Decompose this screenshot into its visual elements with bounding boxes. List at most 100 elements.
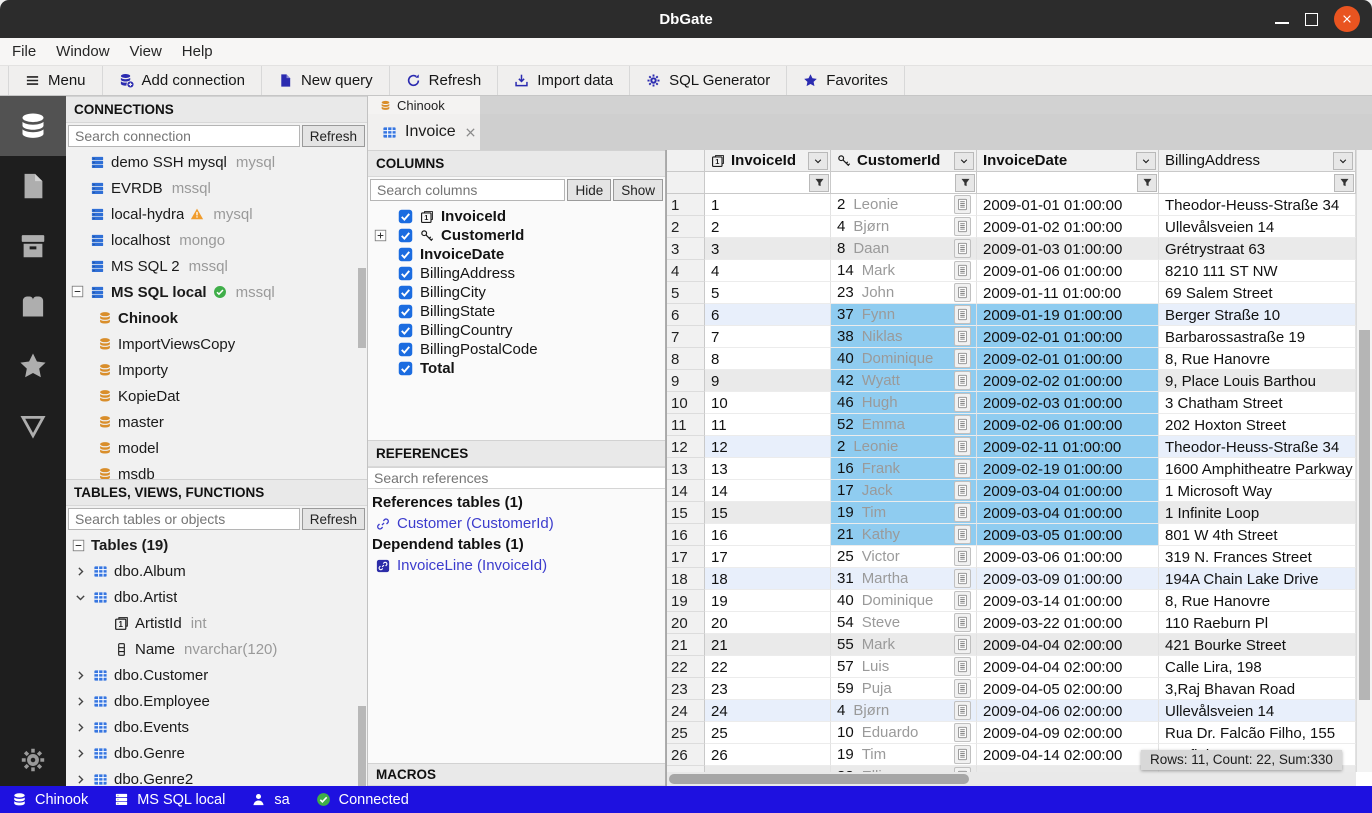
open-reference-button[interactable] (954, 569, 971, 588)
row-number[interactable]: 1 (667, 194, 705, 216)
database-item[interactable]: msdb (66, 461, 367, 479)
cell-customer-id[interactable]: 8 Daan (831, 238, 977, 260)
tree-item[interactable]: dbo.Album (66, 558, 367, 584)
cell-customer-id[interactable]: 40 Dominique (831, 590, 977, 612)
cell-customer-id[interactable]: 2 Leonie (831, 436, 977, 458)
cell-billing-address[interactable]: 1 Microsoft Way (1159, 480, 1356, 502)
cell-customer-id[interactable]: 19 Tim (831, 744, 977, 766)
connection-item[interactable]: MS SQL 2 mssql (66, 253, 367, 279)
cell-invoice-id[interactable]: 7 (705, 326, 831, 348)
cell-invoice-date[interactable]: 2009-04-04 02:00:00 (977, 634, 1159, 656)
row-number[interactable]: 18 (667, 568, 705, 590)
toolbar-button[interactable]: Add connection (103, 66, 262, 95)
row-number[interactable]: 6 (667, 304, 705, 326)
statusbar-user[interactable]: sa (251, 792, 289, 808)
row-number[interactable]: 13 (667, 458, 705, 480)
tables-search-input[interactable] (68, 508, 300, 530)
row-number[interactable]: 24 (667, 700, 705, 722)
connection-item[interactable]: MS SQL local mssql (66, 279, 367, 305)
cell-invoice-date[interactable]: 2009-02-19 01:00:00 (977, 458, 1159, 480)
filter-button[interactable] (1137, 174, 1157, 192)
cell-billing-address[interactable]: 1 Infinite Loop (1159, 502, 1356, 524)
cell-invoice-id[interactable]: 15 (705, 502, 831, 524)
nav-filter-triangle-icon[interactable] (0, 396, 66, 456)
column-list-item[interactable]: InvoiceDate (368, 245, 665, 264)
cell-invoice-id[interactable]: 20 (705, 612, 831, 634)
row-number[interactable]: 26 (667, 744, 705, 766)
tree-item[interactable]: dbo.Employee (66, 688, 367, 714)
maximize-button[interactable] (1305, 13, 1318, 26)
tree-item[interactable]: dbo.Genre2 (66, 766, 367, 786)
cell-invoice-id[interactable]: 23 (705, 678, 831, 700)
tree-item[interactable]: 1 ArtistId int (66, 610, 367, 636)
cell-invoice-id[interactable]: 5 (705, 282, 831, 304)
database-item[interactable]: master (66, 409, 367, 435)
column-checkbox[interactable] (398, 209, 413, 224)
cell-invoice-date[interactable]: 2009-03-06 01:00:00 (977, 546, 1159, 568)
cell-customer-id[interactable]: 59 Puja (831, 678, 977, 700)
cell-invoice-id[interactable]: 2 (705, 216, 831, 238)
cell-billing-address[interactable]: Theodor-Heuss-Straße 34 (1159, 194, 1356, 216)
open-reference-button[interactable] (954, 195, 971, 214)
cell-customer-id[interactable]: 54 Steve (831, 612, 977, 634)
open-reference-button[interactable] (954, 261, 971, 280)
cell-invoice-date[interactable]: 2009-04-05 02:00:00 (977, 678, 1159, 700)
column-filter-input[interactable] (706, 173, 809, 193)
nav-connections-database-icon[interactable] (0, 96, 66, 156)
cell-invoice-date[interactable]: 2009-04-06 02:00:00 (977, 700, 1159, 722)
tab-invoice[interactable]: Invoice (368, 114, 480, 150)
column-menu-button[interactable] (1333, 152, 1353, 170)
filter-button[interactable] (1334, 174, 1354, 192)
open-reference-button[interactable] (954, 503, 971, 522)
collapse-icon[interactable] (71, 285, 84, 298)
cell-invoice-date[interactable]: 2009-03-05 01:00:00 (977, 524, 1159, 546)
tree-item[interactable]: Name nvarchar(120) (66, 636, 367, 662)
column-filter-input[interactable] (1160, 173, 1334, 193)
open-reference-button[interactable] (954, 437, 971, 456)
row-number[interactable]: 8 (667, 348, 705, 370)
open-reference-button[interactable] (954, 635, 971, 654)
row-number[interactable]: 22 (667, 656, 705, 678)
filter-button[interactable] (955, 174, 975, 192)
open-reference-button[interactable] (954, 305, 971, 324)
nav-archive-icon[interactable] (0, 216, 66, 276)
cell-billing-address[interactable]: Ullevålsveien 14 (1159, 216, 1356, 238)
cell-invoice-id[interactable]: 12 (705, 436, 831, 458)
columns-search-input[interactable] (370, 179, 565, 201)
column-checkbox[interactable] (398, 323, 413, 338)
open-reference-button[interactable] (954, 547, 971, 566)
cell-invoice-id[interactable]: 1 (705, 194, 831, 216)
cell-billing-address[interactable]: Grétrystraat 63 (1159, 238, 1356, 260)
open-reference-button[interactable] (954, 459, 971, 478)
hide-button[interactable]: Hide (567, 179, 611, 201)
cell-billing-address[interactable]: Theodor-Heuss-Straße 34 (1159, 436, 1356, 458)
open-reference-button[interactable] (954, 657, 971, 676)
column-list-item[interactable]: BillingCity (368, 283, 665, 302)
cell-customer-id[interactable]: 37 Fynn (831, 304, 977, 326)
scrollbar-thumb[interactable] (669, 774, 969, 784)
cell-billing-address[interactable]: 319 N. Frances Street (1159, 546, 1356, 568)
tables-scrollbar[interactable] (358, 706, 366, 786)
cell-billing-address[interactable]: 1600 Amphitheatre Parkway (1159, 458, 1356, 480)
column-checkbox[interactable] (398, 342, 413, 357)
chevron-icon[interactable] (74, 773, 87, 786)
nav-files-file-icon[interactable] (0, 156, 66, 216)
database-item[interactable]: ImportViewsCopy (66, 331, 367, 357)
column-list-item[interactable]: CustomerId (368, 226, 665, 245)
row-number[interactable]: 25 (667, 722, 705, 744)
column-filter-input[interactable] (832, 173, 955, 193)
reference-item[interactable]: References tables (1) (368, 492, 665, 513)
row-number[interactable]: 11 (667, 414, 705, 436)
settings-gear-icon[interactable] (0, 746, 66, 774)
cell-invoice-id[interactable]: 24 (705, 700, 831, 722)
toolbar-button[interactable]: Import data (498, 66, 630, 95)
column-list-item[interactable]: 1 InvoiceId (368, 207, 665, 226)
cell-invoice-date[interactable]: 2009-03-04 01:00:00 (977, 480, 1159, 502)
chevron-icon[interactable] (74, 721, 87, 734)
database-item[interactable]: Chinook (66, 305, 367, 331)
cell-invoice-date[interactable]: 2009-03-22 01:00:00 (977, 612, 1159, 634)
reference-item[interactable]: Customer (CustomerId) (368, 513, 665, 534)
row-number[interactable]: 17 (667, 546, 705, 568)
tables-refresh-button[interactable]: Refresh (302, 508, 365, 530)
cell-invoice-date[interactable]: 2009-02-03 01:00:00 (977, 392, 1159, 414)
